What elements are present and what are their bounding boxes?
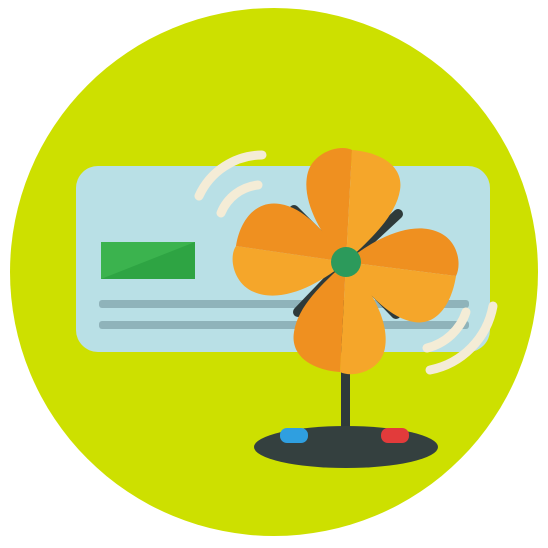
icon-artwork [10, 8, 538, 536]
fan-hub-icon [331, 247, 361, 277]
red-button-icon [381, 428, 409, 443]
app-icon [0, 0, 548, 548]
blue-button-icon [280, 428, 308, 443]
air-conditioner-vent-line [99, 321, 469, 329]
air-conditioner-display [101, 242, 195, 279]
